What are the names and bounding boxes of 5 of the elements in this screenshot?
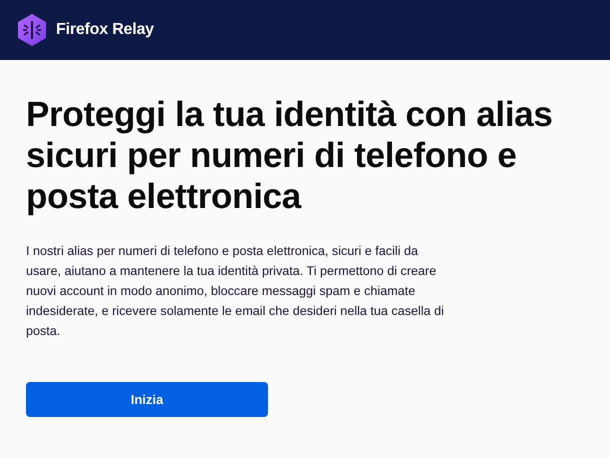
get-started-button[interactable]: Inizia	[26, 382, 268, 417]
logo-icon[interactable]	[16, 13, 48, 47]
hero-heading: Proteggi la tua identità con alias sicuri per numeri di telefono e posta elettronica	[26, 94, 554, 217]
hero-description: I nostri alias per numeri di telefono e posta elettronica, sicuri e facili da usare, aiutano a mantenere la tua identità privata. Ti permettono di creare nuovi account in modo anonimo, bloccare messaggi spam e chiamate indesiderate, e ricevere solamente le email che desideri nella tua casella di posta.	[26, 243, 445, 340]
brand-name[interactable]: Firefox Relay	[56, 21, 154, 39]
